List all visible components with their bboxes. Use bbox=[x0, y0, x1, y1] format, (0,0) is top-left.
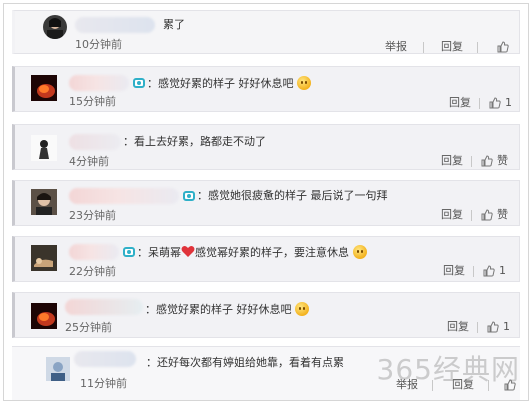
reply-button[interactable]: 回复 bbox=[441, 208, 463, 222]
comment-time: 11分钟前 bbox=[80, 377, 127, 390]
comment-text: ：看上去好累，路都走不动了 bbox=[123, 135, 266, 148]
avatar[interactable] bbox=[31, 245, 57, 271]
comment-time: 22分钟前 bbox=[69, 265, 116, 278]
avatar[interactable] bbox=[46, 357, 70, 381]
comment-text: ：感觉好累的样子 好好休息吧 bbox=[147, 76, 311, 91]
like-count: 1 bbox=[503, 320, 510, 333]
emoji-sweat-icon bbox=[297, 76, 311, 90]
divider bbox=[477, 42, 478, 53]
username-blurred[interactable] bbox=[75, 17, 155, 33]
username-blurred[interactable] bbox=[69, 134, 121, 150]
thumbs-up-icon[interactable] bbox=[481, 209, 493, 221]
comment-item: ：感觉好累的样子 好好休息吧 15分钟前 回复 1 bbox=[12, 66, 520, 112]
reply-button[interactable]: 回复 bbox=[441, 40, 463, 54]
comment-item: 累了 10分钟前 举报 回复 bbox=[12, 10, 520, 54]
divider bbox=[479, 98, 480, 109]
vip-icon bbox=[183, 191, 195, 201]
avatar[interactable] bbox=[31, 75, 57, 101]
username-blurred[interactable] bbox=[65, 299, 143, 315]
username-blurred[interactable] bbox=[74, 351, 136, 367]
divider bbox=[473, 266, 474, 277]
report-button[interactable]: 举报 bbox=[385, 40, 407, 54]
reply-button[interactable]: 回复 bbox=[441, 154, 463, 168]
emoji-sweat-icon bbox=[295, 302, 309, 316]
comment-item: ：感觉好累的样子 好好休息吧 25分钟前 回复 1 bbox=[12, 292, 520, 338]
avatar[interactable] bbox=[31, 135, 57, 161]
comment-item: ：感觉她很疲惫的样子 最后说了一句拜 23分钟前 回复 赞 bbox=[12, 180, 520, 226]
username-blurred[interactable] bbox=[69, 244, 119, 260]
avatar[interactable] bbox=[31, 189, 57, 215]
reply-button[interactable]: 回复 bbox=[449, 96, 471, 110]
reply-button[interactable]: 回复 bbox=[443, 264, 465, 278]
comment-time: 15分钟前 bbox=[69, 95, 116, 108]
comment-time: 25分钟前 bbox=[65, 321, 112, 334]
heart-icon bbox=[181, 246, 195, 257]
divider bbox=[477, 322, 478, 333]
username-blurred[interactable] bbox=[69, 188, 179, 204]
comment-text: ：还好每次都有婷姐给她靠，看着有点累 bbox=[146, 356, 344, 369]
divider bbox=[471, 156, 472, 167]
comment-list: 累了 10分钟前 举报 回复 ：感觉好累的样子 好好休息吧 15分钟前 回复 1… bbox=[3, 3, 529, 401]
thumbs-up-icon[interactable] bbox=[481, 155, 493, 167]
avatar[interactable] bbox=[31, 303, 57, 329]
like-button-label[interactable]: 赞 bbox=[497, 154, 508, 168]
thumbs-up-icon[interactable] bbox=[487, 321, 499, 333]
like-count: 1 bbox=[505, 96, 512, 109]
avatar[interactable] bbox=[43, 15, 67, 39]
comment-text: ：感觉好累的样子 好好休息吧 bbox=[145, 302, 309, 317]
comment-time: 23分钟前 bbox=[69, 209, 116, 222]
comment-time: 10分钟前 bbox=[75, 38, 122, 51]
vip-icon bbox=[133, 78, 145, 88]
watermark: 365经典网 bbox=[376, 353, 520, 386]
divider bbox=[423, 42, 424, 53]
like-button-label[interactable]: 赞 bbox=[497, 208, 508, 222]
like-count: 1 bbox=[499, 264, 506, 277]
comment-time: 4分钟前 bbox=[69, 155, 109, 168]
divider bbox=[471, 210, 472, 221]
username-blurred[interactable] bbox=[69, 75, 129, 91]
thumbs-up-icon[interactable] bbox=[489, 97, 501, 109]
comment-item: ：呆萌幂 感觉幂好累的样子，要注意休息 22分钟前 回复 1 bbox=[12, 236, 520, 282]
reply-button[interactable]: 回复 bbox=[447, 320, 469, 334]
thumbs-up-icon[interactable] bbox=[483, 265, 495, 277]
thumbs-up-icon[interactable] bbox=[497, 41, 509, 53]
comment-item: ：看上去好累，路都走不动了 4分钟前 回复 赞 bbox=[12, 124, 520, 170]
comment-text: 累了 bbox=[163, 18, 185, 31]
vip-icon bbox=[123, 247, 135, 257]
comment-text: ：呆萌幂 感觉幂好累的样子，要注意休息 bbox=[137, 245, 367, 260]
comment-text: ：感觉她很疲惫的样子 最后说了一句拜 bbox=[197, 189, 388, 202]
emoji-sweat-icon bbox=[352, 245, 367, 259]
